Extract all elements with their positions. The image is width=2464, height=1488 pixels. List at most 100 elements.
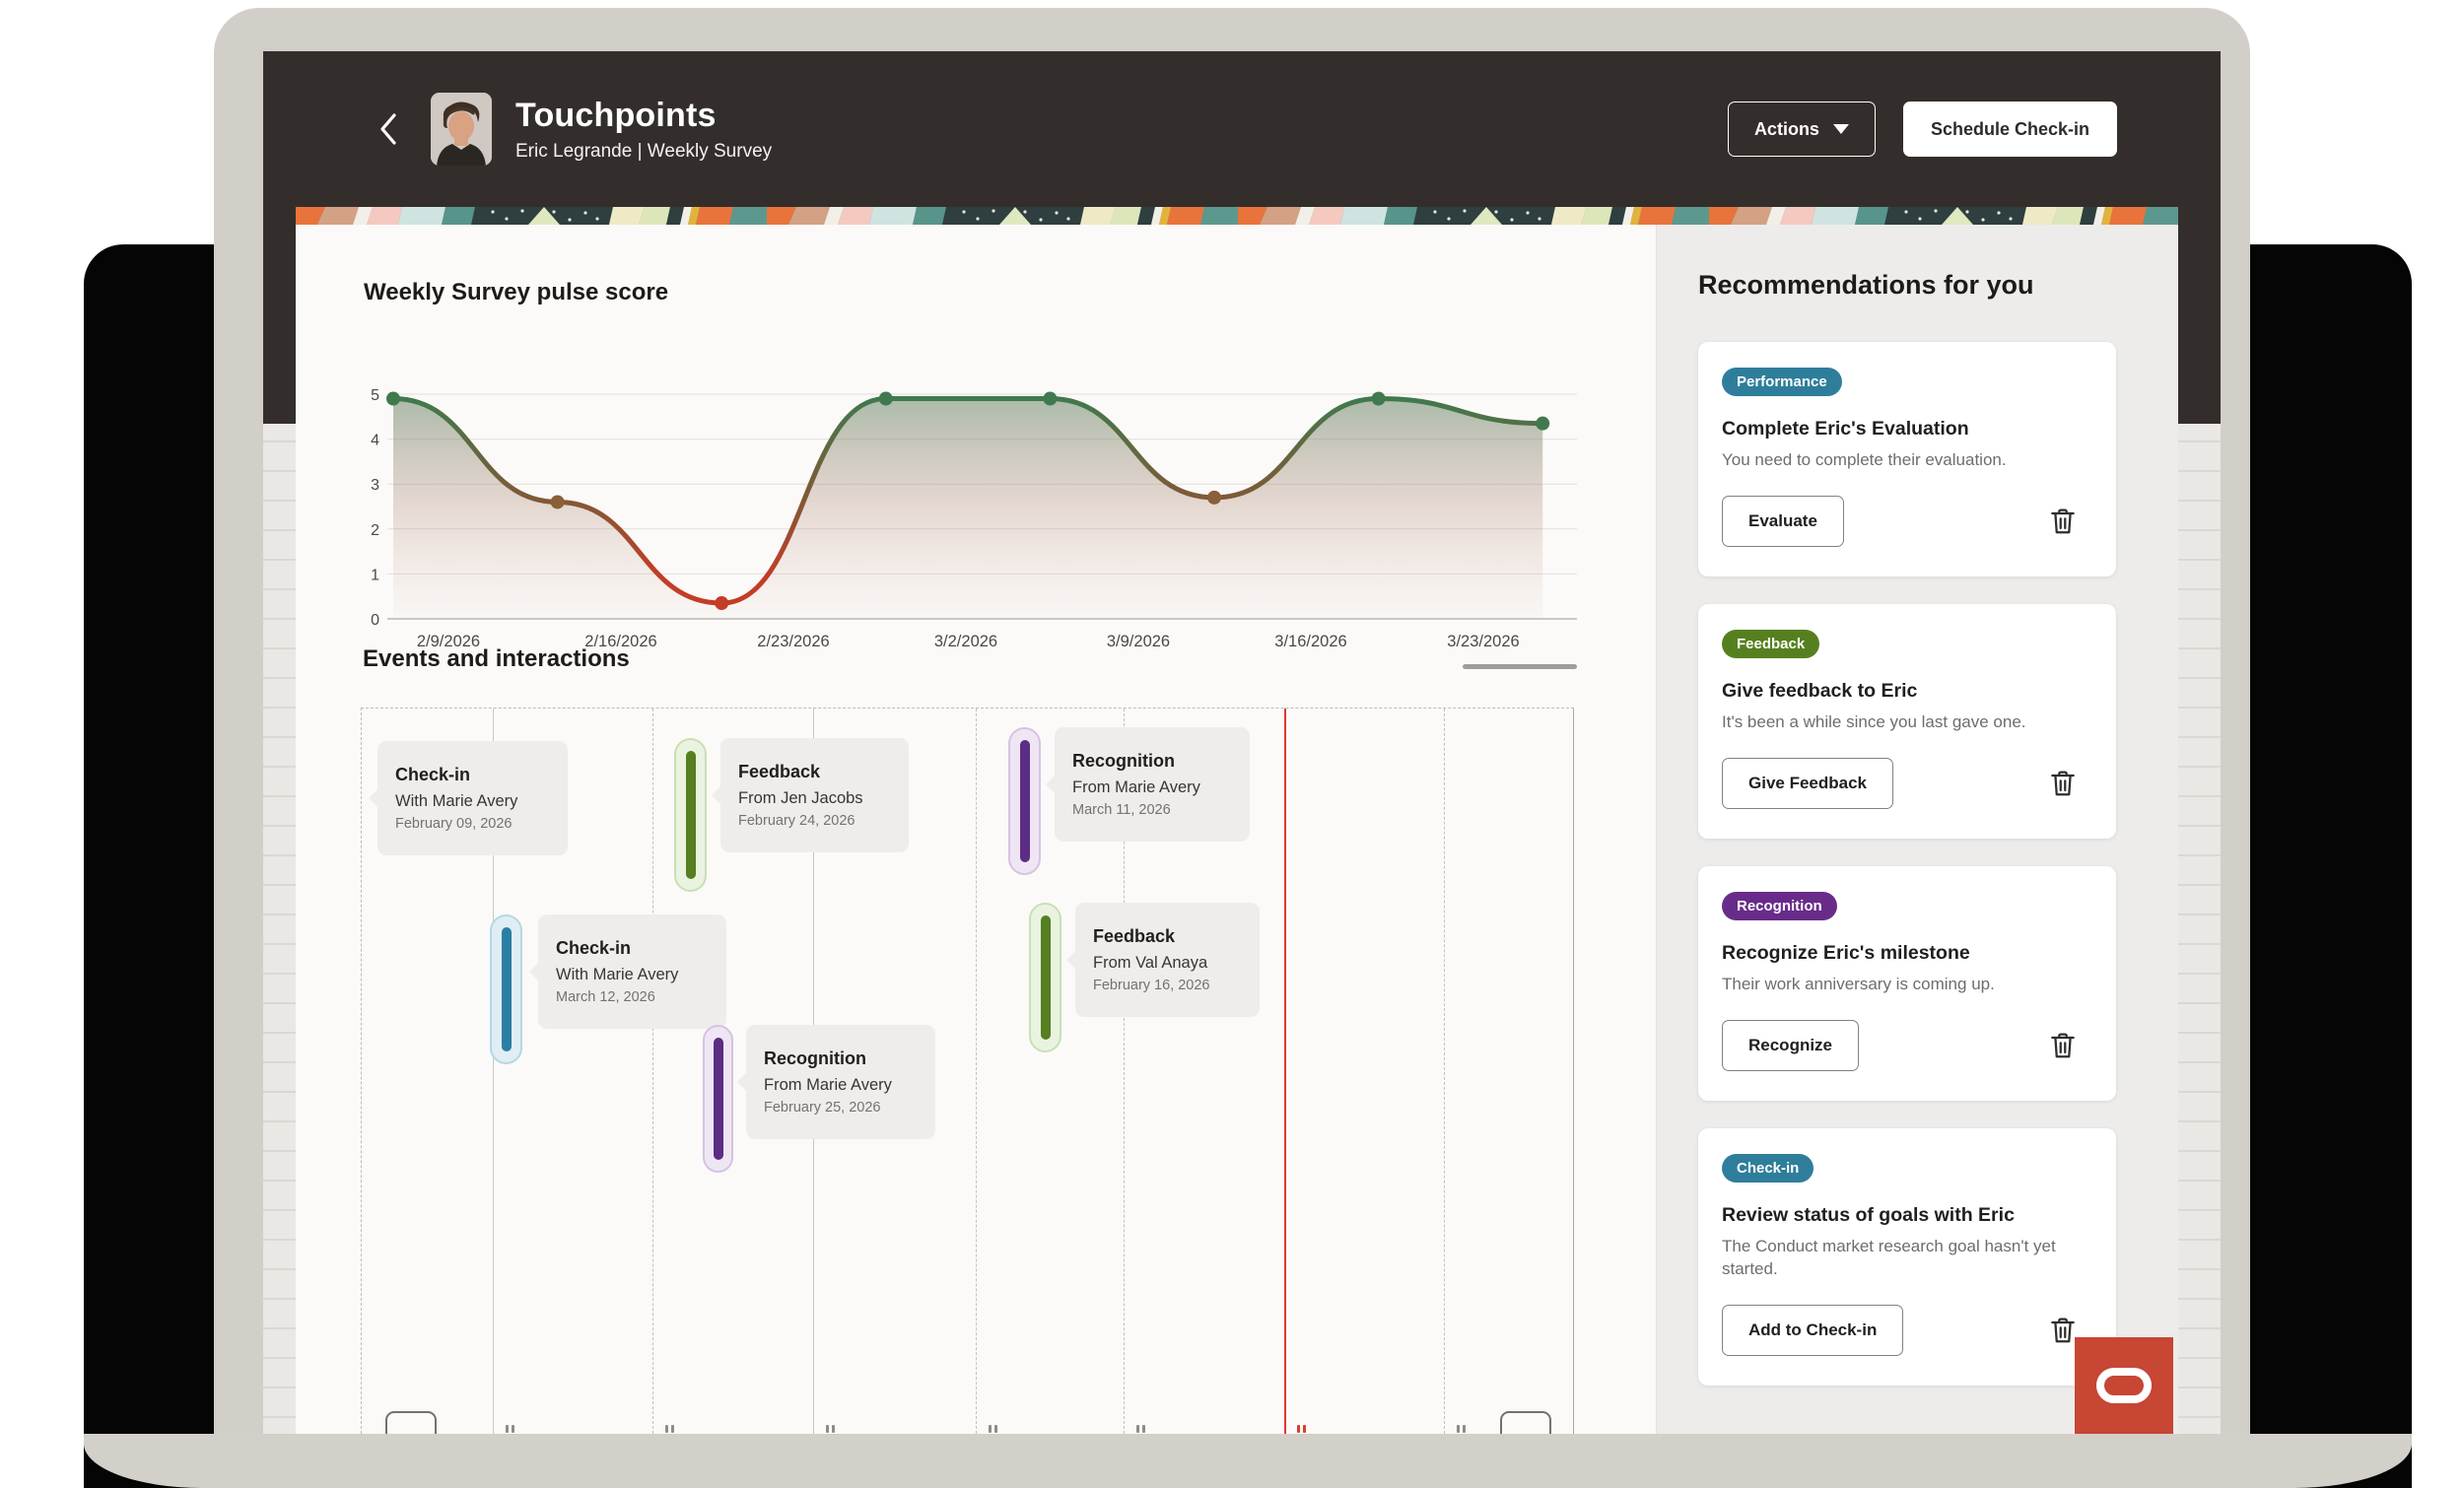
dismiss-recommendation-button[interactable] [2047,506,2079,537]
timeline-gridline [652,709,653,1434]
back-button[interactable] [372,107,405,151]
event-card[interactable]: Check-in With Marie Avery February 09, 2… [377,741,568,855]
screenshot-stage: Touchpoints Eric Legrande | Weekly Surve… [0,0,2464,1488]
svg-text:3/23/2026: 3/23/2026 [1447,633,1519,650]
avatar [431,93,492,166]
dismiss-recommendation-button[interactable] [2047,1030,2079,1061]
svg-text:2: 2 [371,522,379,539]
chevron-left-icon [378,112,398,146]
cutoff-axis-label [671,1425,674,1433]
pulse-section-title: Weekly Survey pulse score [364,279,668,306]
timeline-today-line [1284,709,1286,1434]
trash-icon [2047,1030,2079,1061]
event-type: Check-in [395,765,550,785]
svg-text:3: 3 [371,477,379,494]
badge-recognition: Recognition [1722,892,1837,920]
recommendation-description: Their work anniversary is coming up. [1722,974,2072,996]
chart-scrollbar-thumb[interactable] [1463,664,1577,669]
event-date: February 16, 2026 [1093,978,1242,993]
event-person: With Marie Avery [395,792,550,811]
recommendation-title: Complete Eric's Evaluation [1722,418,2088,440]
page-margin-right [2178,424,2221,1434]
svg-text:3/9/2026: 3/9/2026 [1107,633,1170,650]
badge-performance: Performance [1722,368,1842,396]
recommendations-sidebar: Recommendations for you Performance Comp… [1656,225,2178,1434]
cutoff-axis-label [832,1425,835,1433]
recommendation-title: Review status of goals with Eric [1722,1204,2088,1227]
add-to-check-in-button[interactable]: Add to Check-in [1722,1305,1903,1356]
timeline-zoom-button-right[interactable] [1500,1411,1551,1434]
event-marker-checkin[interactable] [490,914,522,1064]
badge-checkin: Check-in [1722,1154,1814,1183]
recommendation-description: The Conduct market research goal hasn't … [1722,1236,2072,1281]
event-card[interactable]: Recognition From Marie Avery March 11, 2… [1055,727,1250,842]
cutoff-axis-label [994,1425,997,1433]
evaluate-button[interactable]: Evaluate [1722,496,1844,547]
cutoff-axis-label [1297,1425,1300,1433]
recommendation-card-performance: Performance Complete Eric's Evaluation Y… [1698,342,2116,576]
timeline-gridline [976,709,977,1434]
recommendation-description: You need to complete their evaluation. [1722,449,2072,472]
trash-icon [2047,768,2079,799]
event-marker-feedback[interactable] [1029,903,1061,1052]
event-person: From Jen Jacobs [738,789,891,808]
cutoff-axis-label [665,1425,668,1433]
trash-icon [2047,506,2079,537]
decorative-banner-strip [296,207,2178,225]
event-marker-recognition[interactable] [1008,727,1041,875]
svg-text:1: 1 [371,567,379,583]
schedule-check-in-button[interactable]: Schedule Check-in [1903,101,2117,157]
actions-button-label: Actions [1754,119,1819,140]
page-margin-left [263,424,296,1434]
recommendation-title: Recognize Eric's milestone [1722,942,2088,965]
svg-text:4: 4 [371,433,379,449]
event-person: From Marie Avery [764,1076,918,1095]
svg-text:0: 0 [371,612,379,629]
event-card[interactable]: Feedback From Val Anaya February 16, 202… [1075,903,1260,1017]
dismiss-recommendation-button[interactable] [2047,768,2079,799]
cutoff-axis-label [1303,1425,1306,1433]
oracle-oval-icon [2096,1368,2152,1403]
cutoff-axis-label [1463,1425,1466,1433]
event-card[interactable]: Feedback From Jen Jacobs February 24, 20… [720,738,909,852]
app-header: Touchpoints Eric Legrande | Weekly Surve… [263,51,2221,207]
svg-text:5: 5 [371,387,379,404]
event-type: Recognition [1072,751,1232,772]
oracle-logo [2075,1337,2173,1434]
recommendations-title: Recommendations for you [1698,270,2178,301]
event-marker-recognition[interactable] [703,1025,733,1173]
cutoff-axis-label [989,1425,992,1433]
timeline-gridline [1444,709,1445,1434]
timeline-zoom-button-left[interactable] [385,1411,437,1434]
event-date: February 09, 2026 [395,816,550,832]
cutoff-axis-label [512,1425,514,1433]
recommendation-card-checkin: Check-in Review status of goals with Eri… [1698,1128,2116,1386]
recognize-button[interactable]: Recognize [1722,1020,1859,1071]
event-type: Feedback [1093,926,1242,947]
event-person: From Marie Avery [1072,778,1232,797]
header-titles: Touchpoints Eric Legrande | Weekly Surve… [515,97,772,163]
recommendation-card-feedback: Feedback Give feedback to Eric It's been… [1698,604,2116,839]
event-marker-feedback[interactable] [674,738,707,892]
events-section-title: Events and interactions [363,645,630,673]
event-date: March 11, 2026 [1072,802,1232,818]
cutoff-axis-label [1142,1425,1145,1433]
event-date: March 12, 2026 [556,989,709,1005]
svg-text:3/2/2026: 3/2/2026 [934,633,997,650]
event-card[interactable]: Recognition From Marie Avery February 25… [746,1025,935,1139]
cutoff-axis-label [1136,1425,1139,1433]
svg-text:3/16/2026: 3/16/2026 [1274,633,1346,650]
actions-button[interactable]: Actions [1728,101,1876,157]
event-card[interactable]: Check-in With Marie Avery March 12, 2026 [538,914,726,1029]
pulse-line-chart: 0123452/9/20262/16/20262/23/20263/2/2026… [355,374,1587,680]
recommendation-title: Give feedback to Eric [1722,680,2088,703]
cutoff-axis-label [826,1425,829,1433]
caret-down-icon [1833,124,1849,134]
page-title: Touchpoints [515,97,772,135]
event-type: Recognition [764,1048,918,1069]
event-type: Check-in [556,938,709,959]
event-type: Feedback [738,762,891,782]
event-date: February 24, 2026 [738,813,891,829]
give-feedback-button[interactable]: Give Feedback [1722,758,1893,809]
laptop-base [84,1434,2412,1488]
